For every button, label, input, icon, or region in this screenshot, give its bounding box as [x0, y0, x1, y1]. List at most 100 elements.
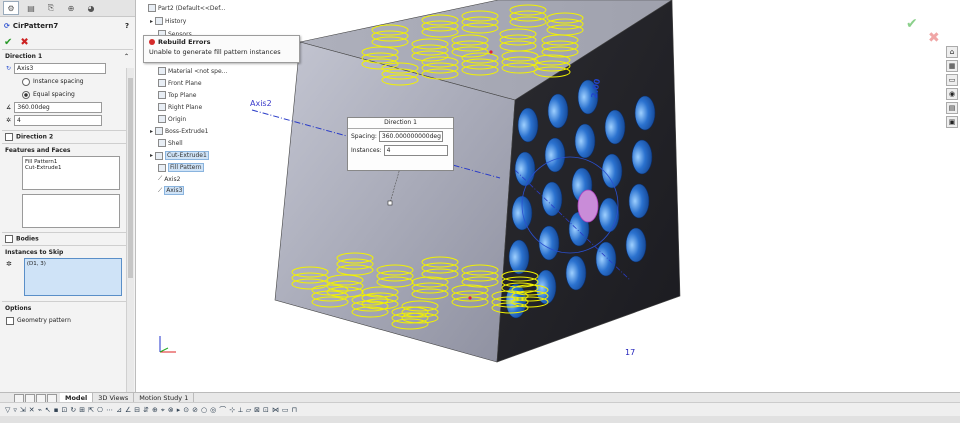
tree-item-history[interactable]: ▸ History	[150, 17, 186, 25]
toolbar-tool-icon[interactable]: ⎔	[97, 406, 103, 414]
toolbar-tool-icon[interactable]: ▿	[13, 406, 17, 414]
custom-properties-icon[interactable]: ▤	[946, 102, 958, 114]
tree-item-axis3[interactable]: ⟋ Axis3	[158, 186, 185, 195]
scrollbar-thumb[interactable]	[128, 78, 133, 278]
pm-scrollbar[interactable]	[126, 68, 134, 392]
toolbar-tool-icon[interactable]: ⊘	[192, 406, 198, 414]
toolbar-tool-icon[interactable]: ⌁	[38, 406, 42, 414]
toolbar-tool-icon[interactable]: ⟂	[238, 406, 243, 415]
features-faces-header[interactable]: Features and Faces	[5, 147, 71, 154]
dimxpert-tab-icon[interactable]: ⊕	[63, 1, 79, 15]
instance-spacing-label: Instance spacing	[33, 78, 84, 85]
toolbar-tool-icon[interactable]: ⌖	[161, 406, 165, 415]
tree-item-material[interactable]: Material <not spe...	[158, 67, 227, 75]
toolbar-tool-icon[interactable]: ⊹	[229, 406, 235, 414]
resources-icon[interactable]: ▦	[946, 60, 958, 72]
options-header[interactable]: Options	[5, 305, 31, 312]
tree-item-part[interactable]: Part2 (Default<<Def...	[148, 4, 226, 12]
feature-manager-tab-icon[interactable]: ⚙	[3, 1, 19, 15]
toolbar-tool-icon[interactable]: ⇵	[143, 406, 149, 414]
toolbar-tool-icon[interactable]: ⊙	[183, 406, 189, 414]
display-manager-tab-icon[interactable]: ◕	[83, 1, 99, 15]
instance-count-field[interactable]: 4	[14, 115, 103, 126]
tree-item-cut-extrude[interactable]: ▸ Cut-Extrude1	[150, 151, 209, 160]
tree-item-top-plane[interactable]: Top Plane	[158, 91, 197, 99]
tree-item-boss-extrude[interactable]: ▸ Boss-Extrude1	[150, 127, 209, 135]
toolbar-tool-icon[interactable]: ⇲	[20, 406, 26, 414]
confirm-corner-cancel-icon[interactable]: ✖	[928, 30, 940, 46]
instance-spacing-radio[interactable]	[22, 77, 30, 86]
toolbar-tool-icon[interactable]: ↖	[45, 406, 51, 414]
faces-list[interactable]	[22, 194, 120, 228]
feature-item[interactable]: Cut-Extrude1	[25, 165, 117, 171]
bodies-header[interactable]: Bodies	[16, 236, 39, 243]
instances-skip-header[interactable]: Instances to Skip	[5, 249, 63, 256]
axis-direction-icon[interactable]: ↻	[6, 65, 11, 72]
toolbar-tool-icon[interactable]: ⊗	[168, 406, 174, 414]
toolbar-tool-icon[interactable]: ∠	[125, 406, 131, 414]
help-icon[interactable]: ?	[125, 22, 129, 30]
toolbar-tool-icon[interactable]: ▸	[177, 406, 181, 414]
toolbar-tool-icon[interactable]: ⊡	[62, 406, 68, 414]
toolbar-tool-icon[interactable]: ⊓	[292, 406, 297, 414]
toolbar-tool-icon[interactable]: ▽	[5, 406, 10, 414]
toolbar-tool-icon[interactable]: ⊡	[263, 406, 269, 414]
toolbar-tool-icon[interactable]: ▱	[246, 406, 251, 414]
toolbar-tool-icon[interactable]: ⋈	[272, 406, 279, 414]
toolbar-tool-icon[interactable]: ⇱	[88, 406, 94, 414]
spacing-field[interactable]: 360.000000000deg	[378, 130, 443, 142]
toolbar-tool-icon[interactable]: ○	[201, 406, 207, 414]
tree-item-right-plane[interactable]: Right Plane	[158, 103, 202, 111]
toolbar-tool-icon[interactable]: ⊿	[116, 406, 122, 414]
tree-item-shell[interactable]: Shell	[158, 139, 183, 147]
collapse-icon[interactable]: ⌃	[124, 53, 129, 60]
view-triad	[159, 336, 176, 353]
toolbar-tool-icon[interactable]: ▭	[282, 406, 289, 414]
geometry-pattern-checkbox[interactable]	[6, 316, 14, 325]
axis-icon: ⟋	[158, 186, 163, 194]
hole	[547, 93, 569, 129]
appearances-icon[interactable]: ◉	[946, 88, 958, 100]
skip-instance-item[interactable]: (D1, 3)	[27, 261, 119, 267]
cancel-button[interactable]: ✖	[20, 37, 28, 48]
hole	[631, 139, 653, 175]
ok-button[interactable]: ✔	[4, 37, 12, 48]
view-palette-icon[interactable]: ▣	[946, 116, 958, 128]
property-manager-tab-icon[interactable]: ▤	[23, 1, 39, 15]
instances-field[interactable]: 4	[383, 144, 448, 156]
tree-item-origin[interactable]: Origin	[158, 115, 186, 123]
folder-icon[interactable]: ▭	[946, 74, 958, 86]
material-icon	[158, 67, 166, 75]
equal-spacing-radio[interactable]	[22, 90, 30, 99]
toolbar-tool-icon[interactable]: ⊟	[134, 406, 140, 414]
toolbar-tool-icon[interactable]: ⊠	[254, 406, 260, 414]
confirm-corner-accept-icon[interactable]: ✔	[906, 16, 918, 32]
hole	[634, 95, 656, 131]
tree-item-axis2[interactable]: ⟋ Axis2	[158, 175, 180, 183]
angle-field[interactable]: 360.00deg	[14, 102, 103, 113]
toolbar-tool-icon[interactable]: ↻	[70, 406, 76, 414]
sketch-toolbar: ▽ ▿ ⇲ ✕ ⌁ ↖ ▪ ⊡ ↻ ⊞ ⇱ ⎔ ⋯ ⊿ ∠ ⊟ ⇵ ⊕ ⌖ ⊗ ▸ ⊙ ⊘ ○ ◎ ⌒ ⊹ ⟂ ▱ ⊠ ⊡ ⋈ ▭ ⊓	[0, 402, 960, 417]
toolbar-tool-icon[interactable]: ⌒	[219, 405, 226, 415]
toolbar-tool-icon[interactable]: ◎	[210, 406, 216, 414]
geometry-pattern-label: Geometry pattern	[17, 317, 71, 324]
home-icon[interactable]: ⌂	[946, 46, 958, 58]
tree-item-fill-pattern[interactable]: Fill Pattern	[158, 163, 204, 172]
toolbar-tool-icon[interactable]: ⊕	[152, 406, 158, 414]
axis-field[interactable]: Axis3	[14, 63, 107, 74]
direction2-checkbox[interactable]	[5, 133, 13, 141]
toolbar-tool-icon[interactable]: ✕	[29, 406, 35, 414]
toolbar-tool-icon[interactable]: ⊞	[79, 406, 85, 414]
skip-instances-list[interactable]: (D1, 3)	[23, 258, 122, 296]
bodies-checkbox[interactable]	[5, 235, 13, 243]
tree-item-front-plane[interactable]: Front Plane	[158, 79, 202, 87]
direction1-section: Direction 1 ⌃ ↻ Axis3 Instance spacing Eq…	[2, 49, 133, 127]
toolbar-tool-icon[interactable]: ▪	[54, 406, 59, 414]
direction1-header[interactable]: Direction 1	[5, 53, 42, 60]
configuration-manager-tab-icon[interactable]: ⎘	[43, 1, 59, 15]
spacing-label: Spacing:	[351, 132, 377, 140]
features-list[interactable]: Fill Pattern1 Cut-Extrude1	[22, 156, 120, 190]
options-section: Options Geometry pattern	[2, 301, 133, 327]
direction2-header[interactable]: Direction 2	[16, 134, 53, 141]
toolbar-tool-icon[interactable]: ⋯	[106, 406, 113, 414]
